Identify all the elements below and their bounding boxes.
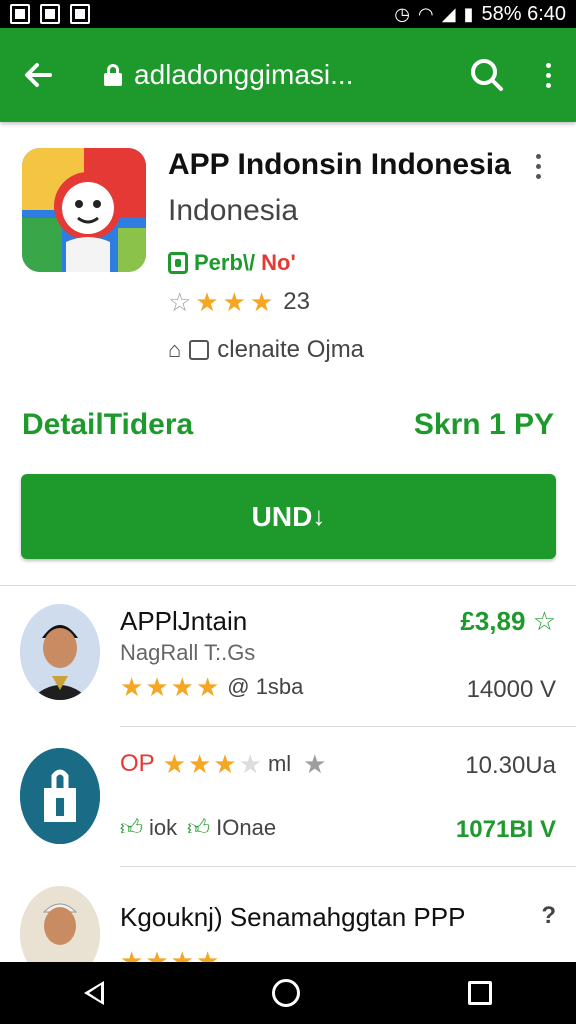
battery-time: 58% 6:40 — [481, 2, 566, 25]
back-button[interactable] — [0, 28, 76, 122]
more-options-button[interactable] — [520, 28, 576, 122]
star-icon: ★ — [170, 946, 194, 962]
avatar — [20, 886, 100, 962]
app-rating: ☆ ★ ★ ★ 23 — [168, 288, 310, 316]
star-icon: ★ — [195, 946, 220, 962]
avatar — [20, 604, 100, 700]
star-icon: ★ — [162, 749, 186, 779]
alarm-icon: ◷ — [394, 3, 411, 24]
app-logo-icon — [22, 148, 146, 272]
star-outline-icon[interactable]: ☆ — [533, 606, 556, 636]
meta-text: clenaite Ojma — [217, 336, 365, 363]
list-item-rating-text: ml — [267, 751, 292, 776]
file-upload-icon — [20, 748, 100, 844]
url-text: adladonggimasi... — [134, 59, 354, 90]
app-overflow-button[interactable] — [536, 154, 541, 179]
status-bar: ◷ ◠ ◢ ▮ 58% 6:40 — [0, 0, 576, 28]
rating-count: 23 — [283, 288, 310, 315]
list-item-price: £3,89 ☆ — [460, 606, 556, 637]
list-item-title: APPlJntain — [120, 606, 248, 636]
search-icon — [471, 59, 503, 91]
app-meta: ⌂ clenaite Ojma — [168, 336, 364, 364]
star-icon: ★ — [170, 672, 194, 702]
star-icon: ★ — [145, 672, 169, 702]
divider — [0, 585, 576, 586]
app-icon[interactable] — [22, 148, 146, 272]
list-item-actions: 👍︎ iok 👍︎ IOnae — [120, 814, 276, 841]
thumbs-up-icon[interactable]: 👍︎ — [187, 814, 210, 841]
app-bar: adladonggimasi... — [0, 28, 576, 122]
battery-icon: ▮ — [463, 3, 474, 24]
list-item-rating: OP ★ ★ ★ ★ ml ★ — [120, 750, 326, 778]
search-button[interactable] — [454, 28, 520, 122]
star-outline-icon: ☆ — [168, 287, 192, 317]
install-button[interactable]: UND ↓ — [21, 474, 556, 559]
like-label: iok — [149, 814, 178, 840]
app-subtitle: Indonesia — [168, 194, 299, 227]
list-item-rating: ★ ★ ★ ★ — [120, 948, 219, 962]
list-item-title: OP — [120, 750, 155, 777]
notification-icon — [10, 4, 30, 24]
list-item-count: 14000 V — [466, 676, 556, 703]
list-item-rating-text: @ 1sba — [227, 674, 304, 699]
list-item-subtitle: NagRall T:.Gs — [120, 640, 256, 665]
star-icon: ★ — [222, 287, 246, 317]
detail-label[interactable]: DetailTidera — [22, 408, 193, 442]
star-icon: ★ — [249, 287, 274, 317]
more-vert-icon — [536, 154, 541, 179]
star-icon: ★ — [213, 749, 237, 779]
list-item-rating: ★ ★ ★ ★ @ 1sba — [120, 674, 303, 700]
avatar — [20, 748, 100, 844]
star-empty-icon: ★ — [238, 749, 262, 779]
badge-no: No' — [261, 250, 296, 275]
more-vert-icon — [545, 62, 551, 88]
badge-label: Perb\/ — [194, 250, 256, 275]
wifi-icon: ◠ — [418, 3, 434, 24]
arrow-back-icon — [25, 63, 52, 87]
detail-price: Skrn 1 PY — [413, 408, 554, 441]
url-bar[interactable]: adladonggimasi... — [76, 59, 454, 91]
notification-icon — [40, 4, 60, 24]
lock-icon — [104, 64, 122, 86]
list-item[interactable]: Kgouknj) Senamahggtan PPP ? ★ ★ ★ ★ — [0, 876, 576, 962]
list-item[interactable]: OP ★ ★ ★ ★ ml ★ 10.30Ua 👍︎ iok 👍︎ IOnae … — [0, 736, 576, 864]
list-item-mark[interactable]: ? — [541, 902, 556, 930]
list-item-count: 1071BI V — [455, 816, 556, 843]
star-icon: ★ — [188, 749, 212, 779]
divider — [120, 866, 576, 867]
nav-home-icon[interactable] — [272, 979, 300, 1007]
nav-recents-icon[interactable] — [468, 981, 492, 1005]
system-nav-bar — [0, 962, 576, 1024]
price-text: £3,89 — [460, 606, 526, 636]
nav-back-icon[interactable] — [84, 981, 104, 1005]
like-label-2: IOnae — [216, 814, 277, 840]
star-icon: ★ — [195, 287, 219, 317]
app-badge: Perb\/ No' — [168, 250, 296, 276]
divider — [120, 726, 576, 727]
device-icon — [189, 340, 210, 360]
app-title: APP Indonsin Indonesia — [168, 148, 511, 181]
signal-icon: ◢ — [441, 3, 456, 24]
list-item-value: 10.30Ua — [465, 752, 556, 779]
thumbs-up-icon[interactable]: 👍︎ — [120, 814, 143, 841]
install-label: UND — [251, 500, 313, 532]
star-icon: ★ — [195, 672, 220, 702]
star-icon: ★ — [120, 946, 144, 962]
star-icon: ★ — [145, 946, 169, 962]
badge-icon — [168, 252, 188, 274]
list-item-title: Kgouknj) Senamahggtan PPP — [120, 902, 466, 932]
download-arrow-icon: ↓ — [312, 501, 326, 531]
list-item[interactable]: APPlJntain NagRall T:.Gs ★ ★ ★ ★ @ 1sba … — [0, 596, 576, 724]
star-icon: ★ — [303, 749, 327, 779]
star-icon: ★ — [120, 672, 144, 702]
notification-icon — [70, 4, 90, 24]
people-icon: ⌂ — [168, 337, 182, 362]
notification-icons — [10, 4, 90, 24]
